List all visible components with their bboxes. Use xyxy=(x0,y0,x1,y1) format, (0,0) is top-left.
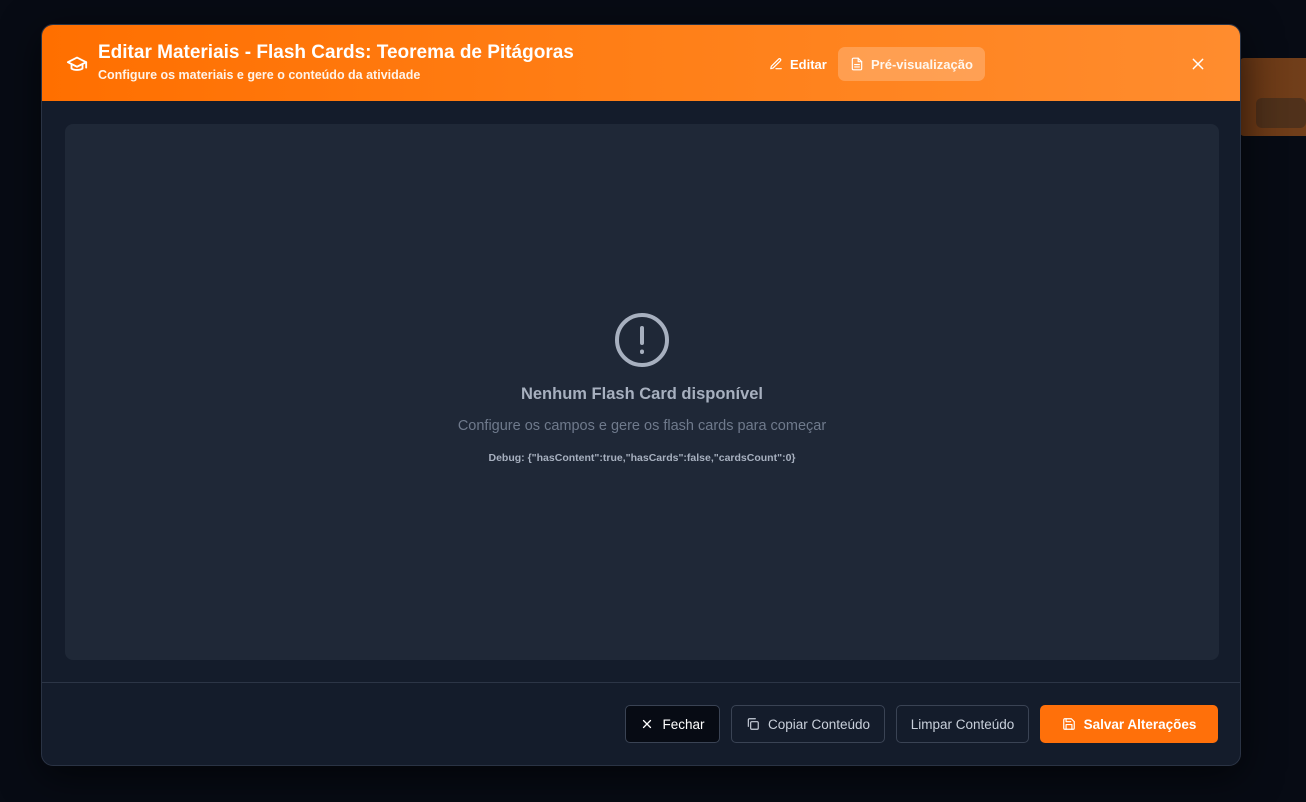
footer-divider xyxy=(42,682,1240,683)
modal-subtitle: Configure os materiais e gere o conteúdo… xyxy=(98,68,421,82)
modal-close-button[interactable] xyxy=(1186,52,1210,76)
clear-content-button[interactable]: Limpar Conteúdo xyxy=(896,705,1029,743)
document-icon xyxy=(851,57,863,71)
modal-header-titles: Editar Materiais - Flash Cards: Teorema … xyxy=(98,41,574,83)
close-button[interactable]: Fechar xyxy=(625,705,720,743)
edit-materials-modal: Editar Materiais - Flash Cards: Teorema … xyxy=(41,24,1241,766)
pencil-icon xyxy=(770,58,782,70)
empty-state-title: Nenhum Flash Card disponível xyxy=(520,385,764,403)
alert-circle-icon xyxy=(615,313,669,367)
modal-title: Editar Materiais - Flash Cards: Teorema … xyxy=(98,42,574,63)
empty-state: Nenhum Flash Card disponível Configure o… xyxy=(65,124,1219,660)
close-icon xyxy=(1192,58,1204,70)
close-icon xyxy=(643,719,652,729)
close-button-label: Fechar xyxy=(662,716,705,732)
save-changes-button[interactable]: Salvar Alterações xyxy=(1040,705,1218,743)
copy-content-button[interactable]: Copiar Conteúdo xyxy=(731,705,885,743)
debug-info: Debug: {"hasContent":true,"hasCards":fal… xyxy=(488,452,796,464)
graduation-cap-icon xyxy=(66,56,88,71)
tab-edit[interactable]: Editar xyxy=(757,47,839,81)
tab-preview-label: Pré-visualização xyxy=(871,56,973,72)
copy-content-label: Copiar Conteúdo xyxy=(767,716,871,732)
modal-header: Editar Materiais - Flash Cards: Teorema … xyxy=(42,25,1240,101)
background-button-edge xyxy=(1256,98,1306,128)
empty-state-message: Configure os campos e gere os flash card… xyxy=(457,418,827,434)
copy-icon xyxy=(747,718,759,730)
tab-edit-label: Editar xyxy=(790,56,827,72)
clear-content-label: Limpar Conteúdo xyxy=(910,716,1015,732)
preview-content-area: Nenhum Flash Card disponível Configure o… xyxy=(65,124,1219,660)
save-changes-label: Salvar Alterações xyxy=(1083,716,1197,732)
save-icon xyxy=(1062,718,1075,730)
tab-preview[interactable]: Pré-visualização xyxy=(838,47,985,81)
